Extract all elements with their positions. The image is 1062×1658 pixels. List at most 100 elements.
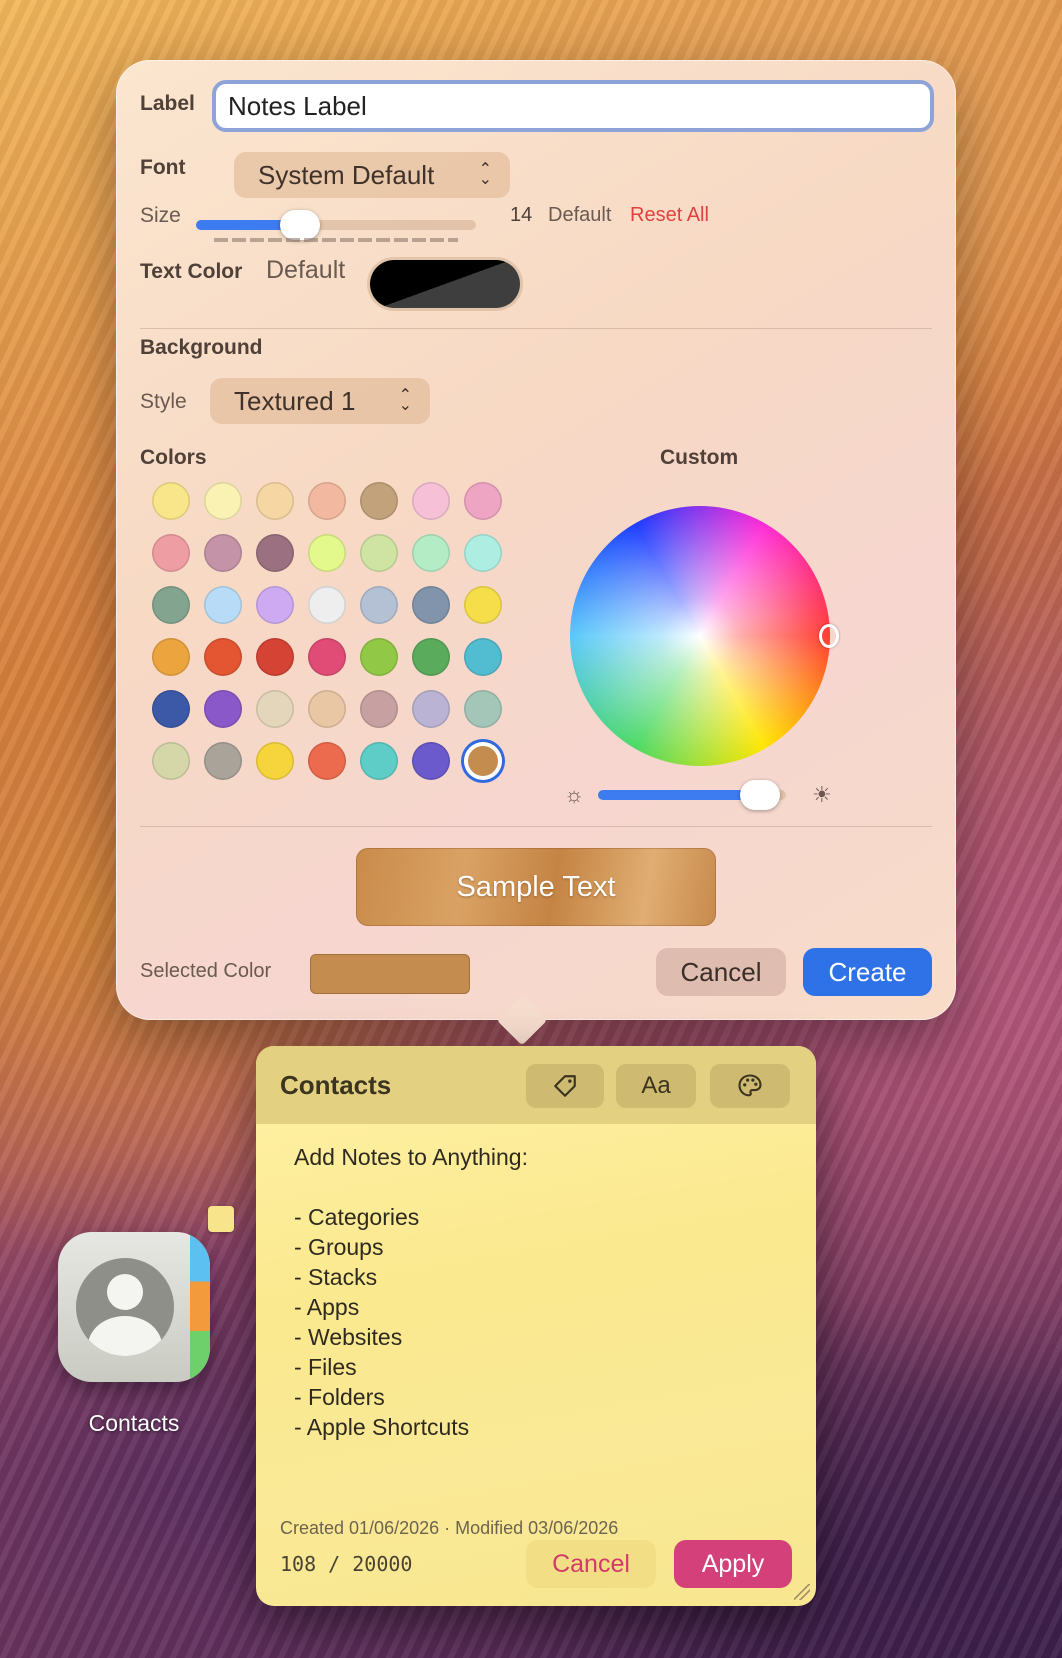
color-swatch[interactable] (464, 586, 502, 624)
note-line: - Stacks (294, 1264, 378, 1290)
note-dates: Created 01/06/2026 · Modified 03/06/2026 (280, 1518, 619, 1538)
color-swatch[interactable] (464, 638, 502, 676)
color-wheel-handle[interactable] (819, 624, 839, 648)
character-count: 108 / 20000 (280, 1552, 413, 1576)
font-select[interactable]: System Default ⌃ ⌄ (234, 152, 510, 198)
color-swatch[interactable] (412, 638, 450, 676)
text-color-title: Text Color (140, 260, 243, 283)
tag-icon (554, 1075, 576, 1097)
background-title: Background (140, 336, 263, 359)
updown-chevron-icon: ⌃ ⌄ (478, 161, 492, 188)
selected-color-title: Selected Color (140, 960, 272, 982)
color-swatch[interactable] (412, 742, 450, 780)
text-color-well[interactable] (370, 260, 520, 308)
color-swatch[interactable] (308, 586, 346, 624)
note-apply-button[interactable]: Apply (674, 1540, 792, 1588)
color-swatch[interactable] (464, 534, 502, 572)
color-swatch[interactable] (204, 690, 242, 728)
font-select-value: System Default (258, 159, 435, 190)
note-text-area[interactable]: Add Notes to Anything: - Categories - Grou… (294, 1142, 528, 1442)
color-swatch[interactable] (152, 638, 190, 676)
color-swatch[interactable] (412, 586, 450, 624)
color-swatch[interactable] (360, 690, 398, 728)
color-swatch[interactable] (152, 690, 190, 728)
note-indicator-icon[interactable] (208, 1206, 234, 1232)
note-header: Contacts Aa (256, 1046, 816, 1124)
color-swatch[interactable] (464, 482, 502, 520)
palette-icon (738, 1074, 762, 1097)
color-swatch[interactable] (412, 534, 450, 572)
note-line: - Categories (294, 1204, 420, 1230)
label-input[interactable]: Notes Label (212, 80, 934, 132)
color-swatch[interactable] (204, 482, 242, 520)
create-button[interactable]: Create (803, 948, 932, 996)
color-swatch[interactable] (152, 482, 190, 520)
note-line: - Files (294, 1354, 357, 1380)
label-editor-popover: Label Notes Label Font System Default ⌃ ⌄… (116, 60, 956, 1020)
cancel-button[interactable]: Cancel (656, 948, 786, 996)
color-swatch[interactable] (412, 482, 450, 520)
note-line: - Apple Shortcuts (294, 1414, 470, 1440)
color-swatch[interactable] (256, 638, 294, 676)
tag-button[interactable] (526, 1064, 604, 1108)
divider (140, 826, 932, 827)
note-line: - Websites (294, 1324, 403, 1350)
color-swatch[interactable] (308, 534, 346, 572)
sun-dim-icon: ☼ (564, 782, 585, 807)
font-title: Font (140, 156, 186, 179)
reset-all-link[interactable]: Reset All (630, 204, 709, 227)
color-swatch[interactable] (256, 586, 294, 624)
color-swatch[interactable] (360, 534, 398, 572)
note-line (294, 1172, 528, 1202)
contacts-tabs-icon (190, 1232, 210, 1382)
color-swatch[interactable] (464, 742, 502, 780)
updown-chevron-icon: ⌃ ⌄ (398, 387, 412, 414)
color-swatch[interactable] (204, 534, 242, 572)
color-swatch[interactable] (204, 638, 242, 676)
size-slider-ticks (214, 238, 458, 242)
color-swatch[interactable] (256, 482, 294, 520)
palette-button[interactable] (710, 1064, 790, 1108)
color-swatch[interactable] (360, 742, 398, 780)
contacts-app-icon[interactable] (58, 1232, 210, 1382)
color-swatch[interactable] (308, 638, 346, 676)
color-swatch[interactable] (308, 742, 346, 780)
color-swatch[interactable] (308, 690, 346, 728)
color-swatch[interactable] (152, 586, 190, 624)
color-swatch[interactable] (256, 690, 294, 728)
color-swatch[interactable] (360, 638, 398, 676)
selected-color-well[interactable] (310, 954, 470, 994)
note-line: - Apps (294, 1294, 360, 1320)
brightness-slider[interactable] (598, 780, 786, 810)
note-cancel-button[interactable]: Cancel (526, 1540, 656, 1588)
color-swatch[interactable] (412, 690, 450, 728)
color-swatch[interactable] (464, 690, 502, 728)
size-slider[interactable] (196, 210, 476, 240)
sample-text-preview: Sample Text (356, 848, 716, 926)
color-swatch[interactable] (204, 742, 242, 780)
color-swatch[interactable] (308, 482, 346, 520)
note-title: Contacts (280, 1070, 392, 1100)
color-swatch[interactable] (360, 482, 398, 520)
style-title: Style (140, 390, 187, 413)
font-style-button[interactable]: Aa (616, 1064, 696, 1108)
color-swatch[interactable] (256, 742, 294, 780)
color-swatch[interactable] (152, 742, 190, 780)
color-swatch[interactable] (256, 534, 294, 572)
color-swatch[interactable] (152, 534, 190, 572)
color-wheel[interactable] (570, 506, 830, 766)
style-select-value: Textured 1 (234, 385, 356, 416)
label-title: Label (140, 92, 195, 115)
color-swatch[interactable] (360, 586, 398, 624)
colors-title: Colors (140, 446, 207, 469)
color-swatch[interactable] (204, 586, 242, 624)
note-card: Contacts Aa Add Notes to Anything: - Cate… (256, 1046, 816, 1606)
note-line: - Groups (294, 1234, 384, 1260)
brightness-slider-knob[interactable] (739, 780, 780, 810)
text-color-value: Default (266, 256, 346, 284)
size-default-label: Default (548, 204, 612, 226)
style-select[interactable]: Textured 1 ⌃ ⌄ (210, 378, 430, 424)
size-value: 14 (510, 204, 533, 226)
resize-handle-icon[interactable] (794, 1584, 810, 1600)
size-slider-knob[interactable] (279, 210, 320, 240)
